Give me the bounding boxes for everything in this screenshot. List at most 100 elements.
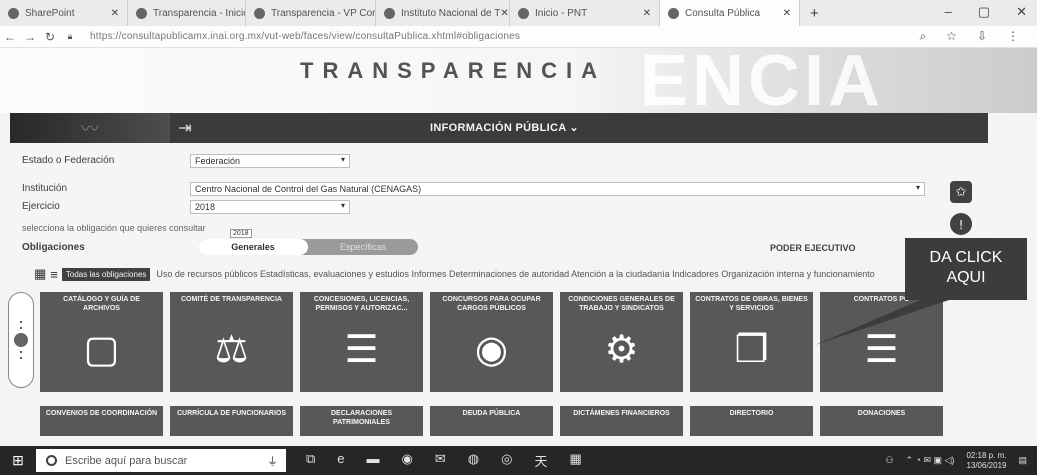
tile-dictamenes[interactable]: DICTÁMENES FINANCIEROS: [560, 406, 683, 436]
close-window-icon[interactable]: ✕: [1016, 4, 1027, 20]
search-icon[interactable]: ⌕: [919, 29, 926, 44]
callout-line-2: AQUI: [946, 269, 986, 286]
chrome-icon[interactable]: ◉: [402, 451, 413, 470]
globe-icon: [384, 7, 395, 19]
tile-deuda-publica[interactable]: DEUDA PÚBLICA: [430, 406, 553, 436]
ejercicio-select[interactable]: 2018 ▾: [190, 200, 350, 214]
pnt-icon: [518, 7, 529, 19]
tile-directorio[interactable]: DIRECTORIO: [690, 406, 813, 436]
dropdown-arrow-icon: ▾: [915, 183, 920, 192]
file-explorer-icon[interactable]: ▬: [367, 451, 380, 470]
download-icon[interactable]: ⇩: [977, 29, 987, 44]
minimize-icon[interactable]: –: [945, 4, 952, 20]
person-document-icon: ☰: [864, 329, 899, 371]
tile-catalogo-archivos[interactable]: CATÁLOGO Y GUÍA DE ARCHIVOS ▢: [40, 292, 163, 392]
tile-contratos-obras[interactable]: CONTRATOS DE OBRAS, BIENES Y SERVICIOS ❐: [690, 292, 813, 392]
system-tray-icons[interactable]: ⌃ ◔ ✉ ▣ ◁): [905, 455, 954, 466]
window-controls: – ▢ ✕: [945, 4, 1027, 20]
obligacion-hint: selecciona la obligación que quieres con…: [22, 223, 206, 233]
toggle-especificas[interactable]: Específicas: [308, 239, 418, 255]
callout-line-1: DA CLICK: [929, 249, 1003, 266]
close-icon[interactable]: ✕: [500, 8, 508, 19]
sharepoint-icon: [136, 7, 147, 19]
tile-curricula[interactable]: CURRÍCULA DE FUNCIONARIOS: [170, 406, 293, 436]
page-title: TRANSPARENCIA: [300, 58, 607, 83]
tile-donaciones[interactable]: DONACIONES: [820, 406, 943, 436]
windows-start-icon[interactable]: ⊞: [0, 446, 36, 475]
taskbar-clock[interactable]: 02:18 p. m. 13/06/2019: [966, 451, 1006, 471]
main-nav-bar: 〰 ⇥ INFORMACIÓN PÚBLICA ⌄: [10, 113, 988, 143]
notifications-icon[interactable]: ▤: [1018, 455, 1027, 466]
cortana-icon: [46, 455, 57, 466]
browser-tab-instituto[interactable]: Instituto Nacional de T ✕: [376, 0, 510, 26]
browser-tab-transparencia-vp[interactable]: Transparencia - VP Con ✕: [246, 0, 376, 26]
poder-ejecutivo-label: PODER EJECUTIVO: [770, 243, 856, 253]
gears-icon: ⚙: [604, 329, 639, 371]
id-document-icon: ☰: [344, 329, 379, 371]
nav-informacion-publica[interactable]: INFORMACIÓN PÚBLICA ⌄: [430, 121, 579, 134]
excel-icon[interactable]: ▦: [569, 451, 581, 470]
estado-select[interactable]: Federación ▾: [190, 154, 350, 168]
search-form: Estado o Federación Federación ▾ Institu…: [10, 143, 988, 263]
header-banner: ENCIA TRANSPARENCIA: [0, 41, 1037, 121]
close-icon[interactable]: ✕: [643, 8, 651, 19]
favorite-icon[interactable]: ✩: [950, 181, 972, 203]
firefox-icon[interactable]: ◍: [468, 451, 479, 470]
edge-icon[interactable]: e: [337, 451, 344, 470]
tile-concursos[interactable]: CONCURSOS PARA OCUPAR CARGOS PÚBLICOS ◉: [430, 292, 553, 392]
back-icon[interactable]: ←: [0, 30, 20, 44]
obligaciones-label: Obligaciones: [22, 242, 85, 253]
tile-declaraciones[interactable]: DECLARACIONES PATRIMONIALES: [300, 406, 423, 436]
sharepoint-icon: [8, 7, 19, 19]
reload-icon[interactable]: ↻: [40, 30, 60, 44]
tile-convenios[interactable]: CONVENIOS DE COORDINACIÓN: [40, 406, 163, 436]
list-view-icon[interactable]: ≡: [50, 267, 58, 282]
ime-icon[interactable]: 天: [534, 451, 547, 470]
browser-tab-bar: SharePoint ✕ Transparencia - Inicio ✕ Tr…: [0, 0, 1037, 26]
banner-ghost-text: ENCIA: [640, 41, 885, 121]
lock-icon: 🔒︎: [67, 31, 73, 41]
institucion-select[interactable]: Centro Nacional de Control del Gas Natur…: [190, 182, 925, 196]
document-icon: ▢: [83, 329, 120, 371]
close-icon[interactable]: ✕: [111, 8, 119, 19]
forward-icon[interactable]: →: [20, 30, 40, 44]
task-view-icon[interactable]: ⧉: [306, 451, 315, 470]
handle-dot: [20, 351, 22, 353]
accessibility-icon[interactable]: [14, 333, 28, 347]
new-tab-button[interactable]: +: [800, 5, 829, 22]
handle-dot: [20, 327, 22, 329]
microphone-icon[interactable]: ⏚: [267, 453, 278, 469]
obligaciones-toggle[interactable]: Generales Específicas: [198, 239, 418, 255]
people-icon[interactable]: ⚇: [885, 455, 893, 466]
tile-concesiones[interactable]: CONCESIONES, LICENCIAS, PERMISOS Y AUTOR…: [300, 292, 423, 392]
tile-comite-transparencia[interactable]: COMITÉ DE TRANSPARENCIA ⚖: [170, 292, 293, 392]
handle-dot: [20, 321, 22, 323]
click-here-callout: DA CLICK AQUI: [905, 238, 1027, 300]
browser-tab-transparencia-inicio[interactable]: Transparencia - Inicio ✕: [128, 0, 246, 26]
pnt-logo[interactable]: 〰: [10, 113, 170, 143]
app-icon[interactable]: ◎: [501, 451, 512, 470]
star-icon[interactable]: ☆: [946, 29, 957, 44]
alert-icon[interactable]: !: [950, 213, 972, 235]
taskbar-search[interactable]: Escribe aquí para buscar ⏚: [36, 449, 286, 472]
search-person-icon: ◉: [474, 329, 509, 371]
gavel-document-icon: ⚖: [214, 329, 249, 371]
toggle-generales[interactable]: Generales: [198, 239, 308, 255]
tile-condiciones-trabajo[interactable]: CONDICIONES GENERALES DE TRABAJO Y SINDI…: [560, 292, 683, 392]
ejercicio-label: Ejercicio: [22, 201, 60, 212]
menu-icon[interactable]: ⋮: [1007, 29, 1019, 44]
browser-tab-pnt[interactable]: Inicio - PNT ✕: [510, 0, 660, 26]
grid-view-icon[interactable]: ▦: [34, 266, 46, 282]
maximize-icon[interactable]: ▢: [978, 4, 990, 20]
institucion-label: Institución: [22, 183, 68, 194]
filter-todas[interactable]: Todas las obligaciones: [61, 267, 151, 281]
accessibility-handle[interactable]: [8, 292, 34, 388]
dropdown-arrow-icon: ▾: [340, 155, 345, 164]
tile-contratos-personal[interactable]: CONTRATOS PO ☰: [820, 292, 943, 392]
close-icon[interactable]: ✕: [783, 8, 791, 19]
browser-tab-consulta-publica[interactable]: Consulta Pública ✕: [660, 0, 800, 26]
outlook-icon[interactable]: ✉: [435, 451, 446, 470]
exit-icon[interactable]: ⇥: [170, 113, 200, 143]
filter-categories[interactable]: Uso de recursos públicos Estadísticas, e…: [156, 269, 874, 279]
browser-tab-sharepoint[interactable]: SharePoint ✕: [0, 0, 128, 26]
